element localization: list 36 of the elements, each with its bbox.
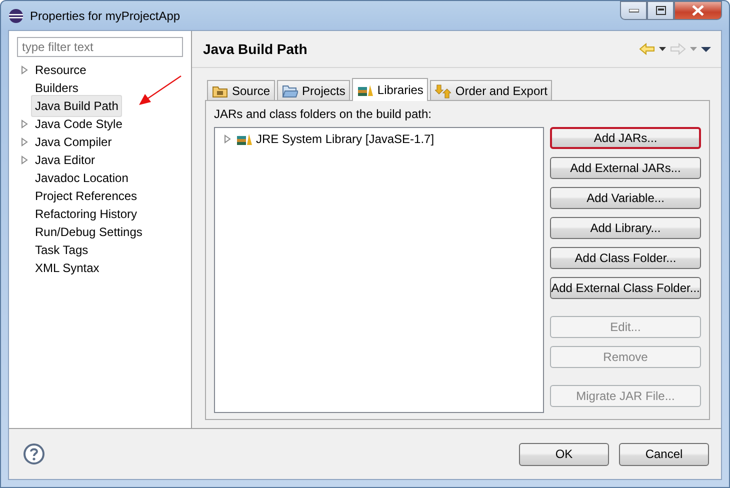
ok-button[interactable]: OK xyxy=(519,442,609,466)
action-button[interactable]: Add Class Folder... xyxy=(550,247,701,269)
maximize-icon xyxy=(656,6,666,15)
action-button[interactable]: Add Library... xyxy=(550,217,701,239)
tab[interactable]: Projects xyxy=(277,80,350,100)
close-button[interactable] xyxy=(674,1,722,20)
expand-arrow-icon[interactable] xyxy=(223,134,232,144)
expand-arrow-icon[interactable] xyxy=(20,119,28,129)
arrows-icon xyxy=(435,82,452,98)
pointer-arrow-icon xyxy=(137,75,183,107)
tab[interactable]: Source xyxy=(207,80,276,100)
minimize-icon xyxy=(628,8,638,12)
close-icon xyxy=(692,5,704,16)
tab[interactable]: Libraries xyxy=(352,78,428,101)
view-menu-icon[interactable] xyxy=(701,46,711,52)
window-title: Properties for myProjectApp xyxy=(30,8,180,24)
minimize-button[interactable] xyxy=(620,1,647,20)
action-button[interactable]: Add JARs... xyxy=(550,127,701,149)
expand-arrow-icon[interactable] xyxy=(20,155,28,165)
folder-icon xyxy=(282,82,298,98)
cancel-button[interactable]: Cancel xyxy=(619,442,709,466)
expand-arrow-icon[interactable] xyxy=(20,137,28,147)
expand-arrow-icon[interactable] xyxy=(20,65,28,75)
eclipse-logo-icon xyxy=(8,8,24,24)
filter-field[interactable]: type filter text xyxy=(17,37,183,57)
action-button[interactable]: Add External JARs... xyxy=(550,157,701,179)
maximize-button[interactable] xyxy=(647,1,674,20)
tree-item[interactable]: JRE System Library [JavaSE-1.7] xyxy=(256,130,434,148)
action-button[interactable]: Add Variable... xyxy=(550,187,701,209)
page-title: Java Build Path xyxy=(203,40,308,58)
dropdown-caret-icon[interactable] xyxy=(659,47,666,51)
action-button[interactable]: Add External Class Folder... xyxy=(550,277,701,299)
sidebar-item[interactable]: Java Build Path xyxy=(31,95,122,117)
list-caption: JARs and class folders on the build path: xyxy=(214,106,432,123)
tab[interactable]: Order and Export xyxy=(430,80,552,100)
help-icon[interactable] xyxy=(23,443,45,465)
